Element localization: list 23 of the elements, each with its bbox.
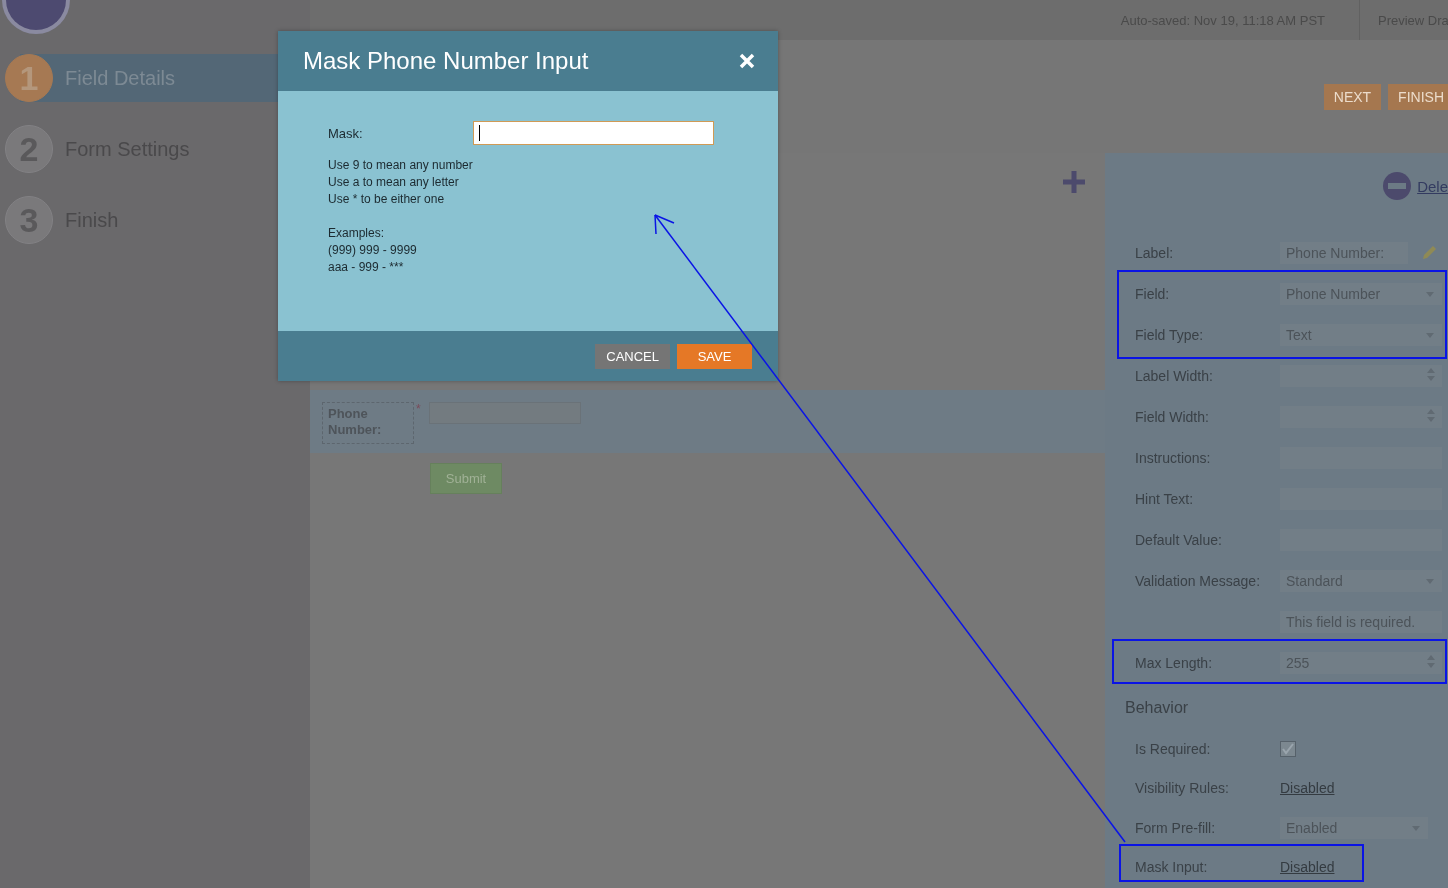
property-label: Validation Message: bbox=[1135, 572, 1262, 589]
required-mark: * bbox=[416, 402, 421, 416]
property-label: Label: bbox=[1135, 244, 1175, 261]
property-label: Instructions: bbox=[1135, 449, 1212, 466]
property-label: Hint Text: bbox=[1135, 490, 1195, 507]
mask-label: Mask: bbox=[328, 125, 364, 141]
property-label: Mask Input: bbox=[1135, 859, 1209, 876]
help-text: Use a to mean any letter bbox=[328, 174, 460, 191]
property-label: Label Width: bbox=[1135, 367, 1214, 384]
property-label: Field: bbox=[1135, 285, 1171, 302]
property-label: Form Pre-fill: bbox=[1135, 819, 1217, 836]
section-title: Behavior bbox=[1125, 698, 1190, 718]
property-label: Visibility Rules: bbox=[1135, 780, 1230, 797]
help-text: Use 9 to mean any number bbox=[328, 157, 474, 174]
examples-title: Examples: bbox=[328, 225, 386, 242]
property-label: Field Width: bbox=[1135, 408, 1210, 425]
example-text: (999) 999 - 9999 bbox=[328, 242, 418, 259]
property-label: Is Required: bbox=[1135, 740, 1212, 757]
property-label: Default Value: bbox=[1135, 531, 1223, 548]
property-label: Field Type: bbox=[1135, 326, 1205, 343]
property-label: Max Length: bbox=[1135, 654, 1214, 671]
example-text: aaa - 999 - *** bbox=[328, 259, 405, 276]
help-text: Use * to be either one bbox=[328, 191, 446, 208]
